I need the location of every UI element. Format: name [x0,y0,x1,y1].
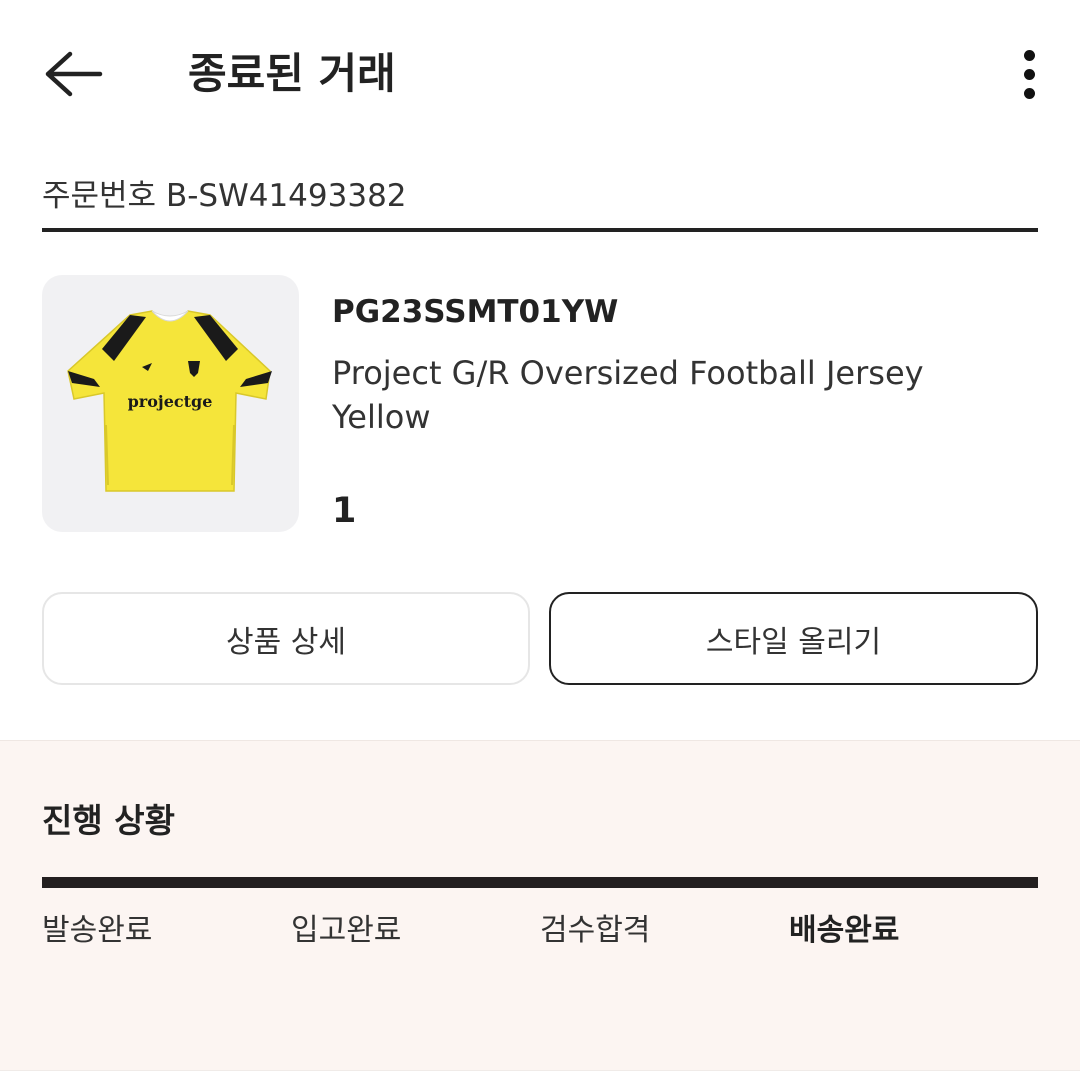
product-model-number: PG23SSMT01YW [332,294,619,330]
step-delivered: 배송완료 [789,913,900,948]
jersey-image: projectge [67,310,272,492]
upload-style-button[interactable]: 스타일 올리기 [549,592,1038,685]
step-warehoused: 입고완료 [291,913,402,948]
progress-status-panel: 진행 상황 발송완료 입고완료 검수합격 배송완료 [0,740,1080,1071]
more-options-button[interactable] [1005,44,1055,106]
product-card: projectge PG23SSMT01YW Project G/R Overs… [42,275,1038,535]
more-vertical-icon [1024,50,1035,61]
product-quantity: 1 [332,491,357,531]
step-shipped: 발송완료 [42,913,153,948]
product-name: Project G/R Oversized Football Jersey Ye… [332,354,924,436]
divider [0,1070,1080,1071]
progress-bar [42,877,1038,888]
page-title: 종료된 거래 [188,49,396,98]
order-number: 주문번호 B-SW41493382 [42,174,407,218]
order-number-label: 주문번호 [42,178,157,214]
back-button[interactable] [40,44,110,104]
order-number-row: 주문번호 B-SW41493382 [42,168,1038,232]
arrow-left-icon [45,51,103,97]
more-vertical-icon-dot [1024,88,1035,99]
more-vertical-icon-dot [1024,69,1035,80]
top-app-bar: 종료된 거래 [0,0,1080,150]
jersey-wordmark: projectge [128,392,213,411]
status-title: 진행 상황 [42,801,175,840]
progress-steps: 발송완료 입고완료 검수합격 배송완료 [42,909,1038,953]
product-detail-button[interactable]: 상품 상세 [42,592,530,685]
step-inspection-passed: 검수합격 [540,913,651,948]
product-image[interactable]: projectge [42,275,299,532]
order-number-value: B-SW41493382 [165,178,407,214]
